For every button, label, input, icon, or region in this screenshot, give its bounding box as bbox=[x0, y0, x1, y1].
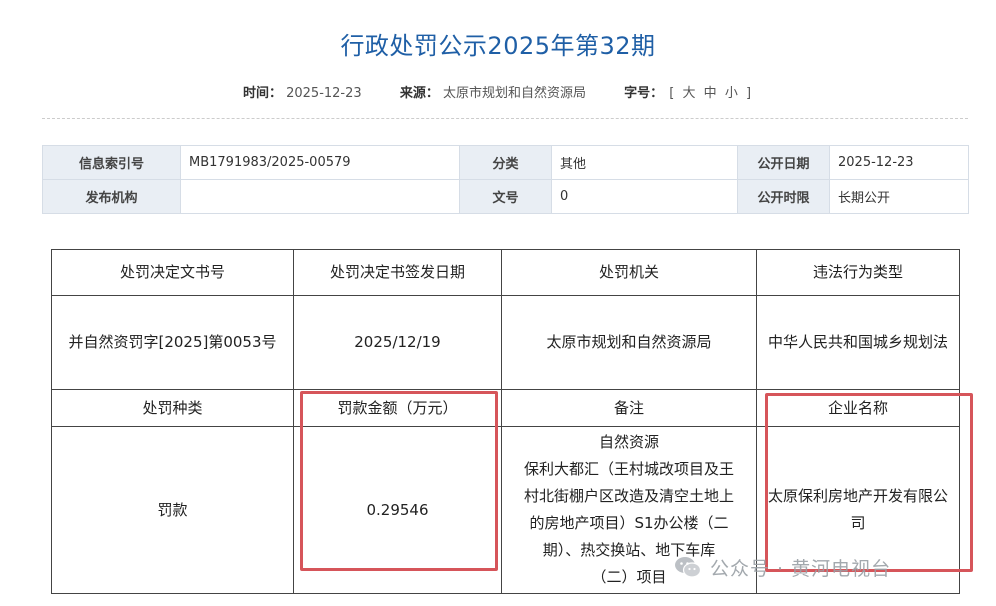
info-label-category: 分类 bbox=[459, 145, 552, 180]
time-value: 2025-12-23 bbox=[286, 86, 362, 101]
watermark: 公众号 · 黄河电视台 bbox=[674, 552, 891, 582]
header-penalty-type: 处罚种类 bbox=[51, 389, 294, 427]
fontsize-bracket-open: [ bbox=[669, 86, 675, 101]
info-value-index: MB1791983/2025-00579 bbox=[180, 145, 460, 180]
info-value-category: 其他 bbox=[551, 145, 738, 180]
table-header-row: 处罚种类 罚款金额（万元） 备注 企业名称 bbox=[51, 389, 960, 427]
note-line: 的房地产项目）S1办公楼（二 bbox=[529, 514, 729, 532]
info-table: 信息索引号 MB1791983/2025-00579 分类 其他 公开日期 20… bbox=[42, 145, 969, 214]
time-label: 时间： bbox=[242, 86, 282, 101]
fine-amount: 0.29546 bbox=[293, 426, 502, 594]
fontsize-switcher: [ 大 中 小 ] bbox=[667, 86, 753, 101]
penalty-type: 罚款 bbox=[51, 426, 294, 594]
fontsize-bracket-close: ] bbox=[745, 86, 752, 101]
header-fine-amount: 罚款金额（万元） bbox=[293, 389, 502, 427]
info-label-publisher: 发布机构 bbox=[42, 179, 181, 214]
header-note: 备注 bbox=[501, 389, 757, 427]
fontsize-label: 字号： bbox=[624, 86, 664, 101]
article-meta: 时间： 2025-12-23 来源： 太原市规划和自然资源局 字号： [ 大 中… bbox=[0, 82, 996, 101]
note-line: 自然资源 bbox=[598, 433, 659, 451]
fontsize-medium-button[interactable]: 中 bbox=[704, 86, 717, 101]
info-row: 发布机构 文号 0 公开时限 长期公开 bbox=[42, 179, 969, 214]
violation-type: 中华人民共和国城乡规划法 bbox=[756, 295, 960, 390]
penalty-table: 处罚决定文书号 处罚决定书签发日期 处罚机关 违法行为类型 并自然资罚字[202… bbox=[51, 249, 960, 594]
wechat-icon bbox=[675, 557, 702, 578]
info-value-doc-number: 0 bbox=[551, 179, 738, 214]
info-label-publish-date: 公开日期 bbox=[737, 145, 830, 180]
info-value-publish-date: 2025-12-23 bbox=[829, 145, 969, 180]
source-value: 太原市规划和自然资源局 bbox=[442, 86, 586, 101]
info-value-disclosure-term: 长期公开 bbox=[829, 179, 969, 214]
header-violation-type: 违法行为类型 bbox=[756, 249, 960, 296]
source-label: 来源： bbox=[399, 86, 439, 101]
info-label-disclosure-term: 公开时限 bbox=[737, 179, 830, 214]
info-label-index: 信息索引号 bbox=[42, 145, 181, 180]
decision-number: 并自然资罚字[2025]第0053号 bbox=[51, 295, 294, 390]
header-issue-date: 处罚决定书签发日期 bbox=[293, 249, 502, 296]
divider bbox=[42, 118, 968, 119]
issue-date: 2025/12/19 bbox=[293, 295, 502, 390]
fontsize-large-button[interactable]: 大 bbox=[683, 86, 696, 101]
note-line: 保利大都汇（王村城改项目及王 bbox=[523, 460, 734, 478]
info-row: 信息索引号 MB1791983/2025-00579 分类 其他 公开日期 20… bbox=[42, 145, 969, 180]
header-authority: 处罚机关 bbox=[501, 249, 757, 296]
fontsize-small-button[interactable]: 小 bbox=[725, 86, 738, 101]
authority: 太原市规划和自然资源局 bbox=[501, 295, 757, 390]
table-header-row: 处罚决定文书号 处罚决定书签发日期 处罚机关 违法行为类型 bbox=[51, 249, 960, 296]
info-value-publisher bbox=[180, 179, 460, 214]
note-line: 村北街棚户区改造及清空土地上 bbox=[523, 487, 734, 505]
page-title: 行政处罚公示2025年第32期 bbox=[340, 32, 656, 60]
header-company-name: 企业名称 bbox=[756, 389, 960, 427]
info-label-doc-number: 文号 bbox=[459, 179, 552, 214]
table-row: 并自然资罚字[2025]第0053号 2025/12/19 太原市规划和自然资源… bbox=[51, 295, 960, 390]
watermark-text: 公众号 · 黄河电视台 bbox=[710, 557, 892, 580]
header-decision-number: 处罚决定文书号 bbox=[51, 249, 294, 296]
